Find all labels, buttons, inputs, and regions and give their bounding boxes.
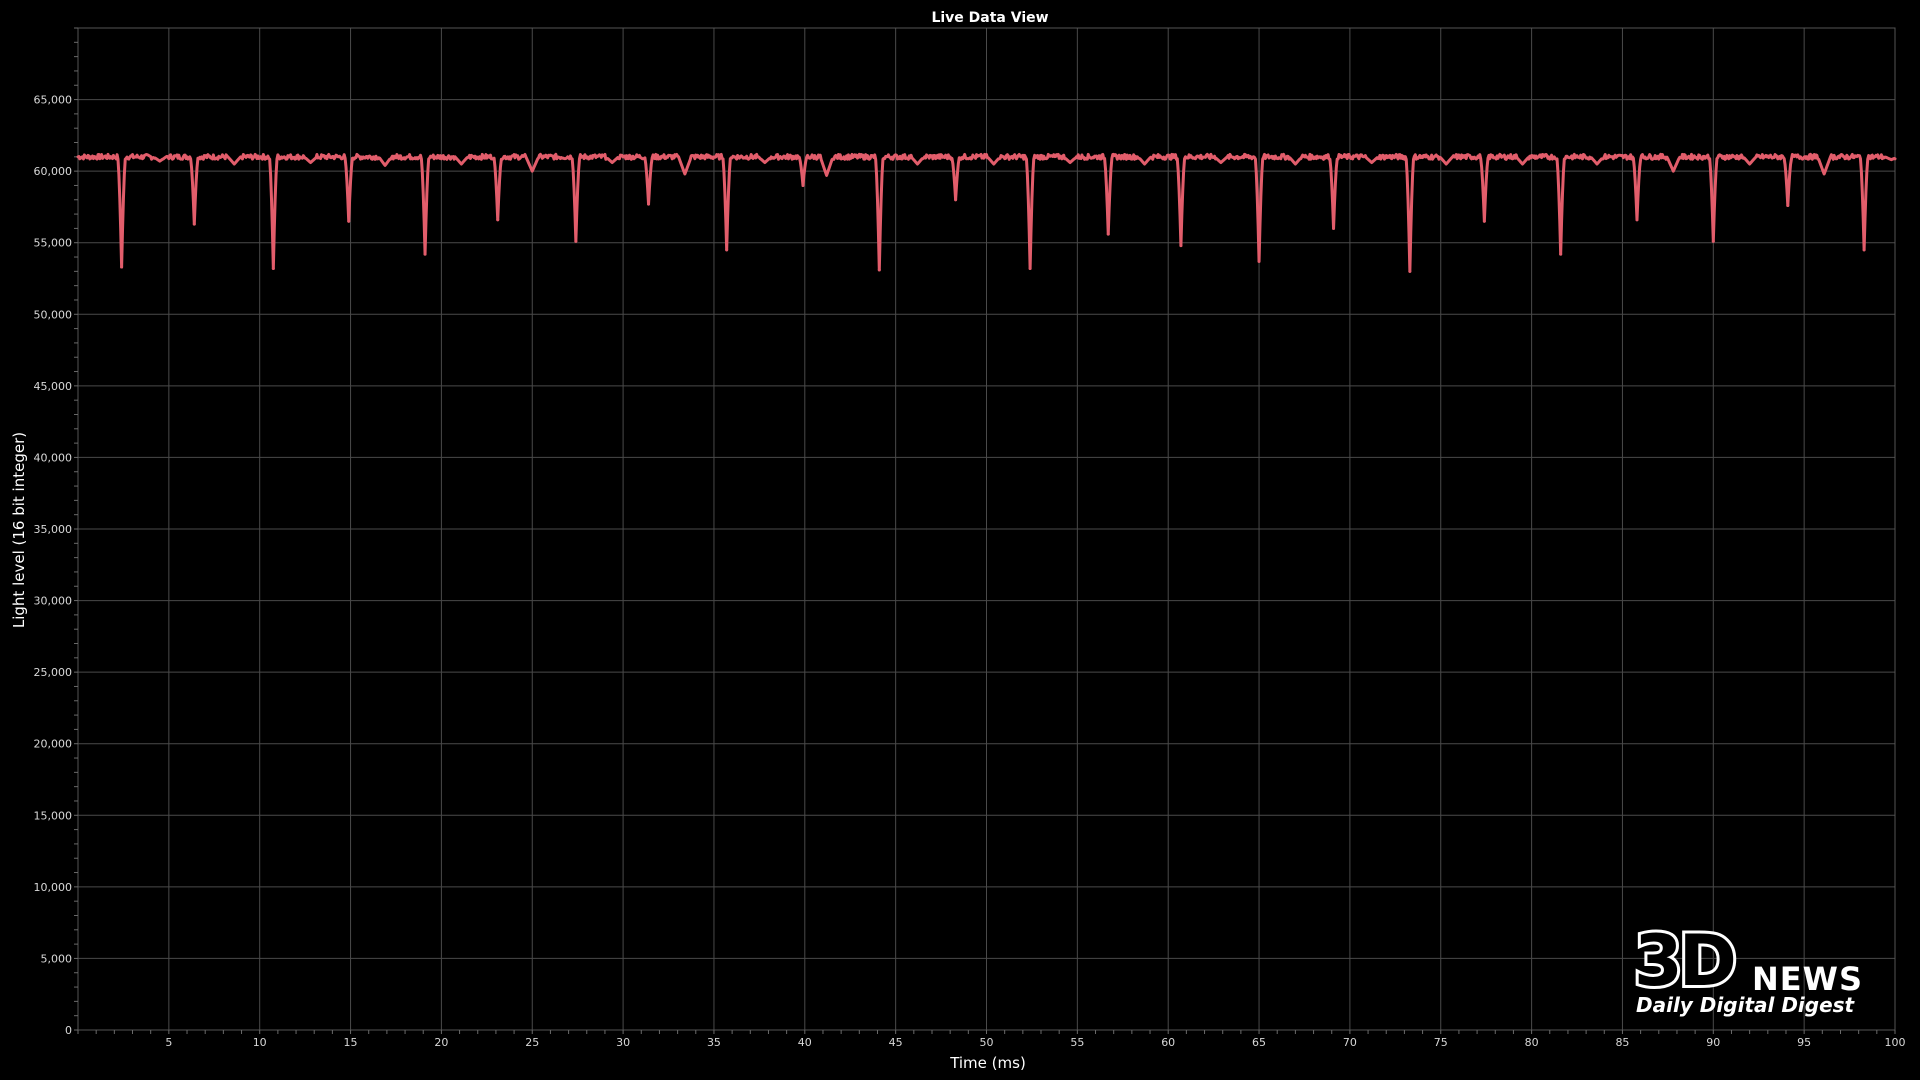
y-tick-label: 25,000 bbox=[34, 666, 73, 679]
dip-point bbox=[1482, 219, 1486, 223]
dip-point bbox=[120, 265, 124, 269]
y-tick-label: 5,000 bbox=[41, 952, 73, 965]
x-tick-label: 50 bbox=[980, 1036, 994, 1049]
y-tick-label: 15,000 bbox=[34, 809, 73, 822]
dip-point bbox=[271, 266, 275, 270]
y-tick-label: 45,000 bbox=[34, 380, 73, 393]
x-tick-label: 60 bbox=[1161, 1036, 1175, 1049]
x-tick-label: 40 bbox=[798, 1036, 812, 1049]
dip-point bbox=[1408, 269, 1412, 273]
dip-point bbox=[725, 248, 729, 252]
dip-point bbox=[1635, 218, 1639, 222]
dip-point bbox=[1559, 252, 1563, 256]
dip-point bbox=[801, 183, 805, 187]
y-tick-label: 35,000 bbox=[34, 523, 73, 536]
y-tick-label: 20,000 bbox=[34, 738, 73, 751]
dip-point bbox=[574, 239, 578, 243]
x-axis-title: Time (ms) bbox=[949, 1054, 1026, 1072]
chart-title: Live Data View bbox=[931, 10, 1048, 26]
x-tick-label: 55 bbox=[1070, 1036, 1084, 1049]
dip-point bbox=[1257, 259, 1261, 263]
y-tick-label: 40,000 bbox=[34, 451, 73, 464]
x-tick-label: 100 bbox=[1885, 1036, 1906, 1049]
x-tick-label: 90 bbox=[1706, 1036, 1720, 1049]
dip-point bbox=[1179, 244, 1183, 248]
x-tick-label: 85 bbox=[1615, 1036, 1629, 1049]
x-tick-label: 70 bbox=[1343, 1036, 1357, 1049]
dip-point bbox=[1106, 232, 1110, 236]
x-tick-label: 15 bbox=[344, 1036, 358, 1049]
chart-canvas: 5 10 15 20 25 30 35 40 45 50 55 60 65 70 75 80 85 90 95 100… bbox=[0, 0, 1920, 1080]
x-tick-label: 35 bbox=[707, 1036, 721, 1049]
dip-point bbox=[954, 198, 958, 202]
dip-point bbox=[1028, 266, 1032, 270]
dip-point bbox=[1862, 248, 1866, 252]
x-tick-label: 75 bbox=[1434, 1036, 1448, 1049]
dip-point bbox=[496, 218, 500, 222]
y-tick-label: 30,000 bbox=[34, 595, 73, 608]
dip-point bbox=[647, 202, 651, 206]
x-tick-label: 20 bbox=[434, 1036, 448, 1049]
y-tick-label: 0 bbox=[65, 1024, 72, 1037]
y-axis-title: Light level (16 bit integer) bbox=[10, 432, 28, 628]
chart-root: 5 10 15 20 25 30 35 40 45 50 55 60 65 70 75 80 85 90 95 100… bbox=[0, 0, 1920, 1080]
y-tick-label: 10,000 bbox=[34, 881, 73, 894]
dip-point bbox=[1332, 226, 1336, 230]
x-tick-label: 25 bbox=[525, 1036, 539, 1049]
y-tick-label: 55,000 bbox=[34, 237, 73, 250]
watermark-tagline: Daily Digital Digest bbox=[1636, 993, 1856, 1017]
x-tick-label: 45 bbox=[889, 1036, 903, 1049]
y-tick-label: 50,000 bbox=[34, 308, 73, 321]
x-tick-label: 10 bbox=[253, 1036, 267, 1049]
watermark-3d-text: 3D bbox=[1634, 920, 1734, 1002]
dip-point bbox=[1711, 239, 1715, 243]
y-tick-label: 60,000 bbox=[34, 165, 73, 178]
y-tick-label: 65,000 bbox=[34, 94, 73, 107]
dip-point bbox=[877, 268, 881, 272]
x-tick-label: 80 bbox=[1525, 1036, 1539, 1049]
x-tick-label: 30 bbox=[616, 1036, 630, 1049]
dip-point bbox=[1786, 203, 1790, 207]
dip-point bbox=[192, 222, 196, 226]
dip-point bbox=[347, 219, 351, 223]
x-tick-label: 65 bbox=[1252, 1036, 1266, 1049]
x-tick-label: 95 bbox=[1797, 1036, 1811, 1049]
dip-point bbox=[423, 252, 427, 256]
x-tick-label: 5 bbox=[165, 1036, 172, 1049]
